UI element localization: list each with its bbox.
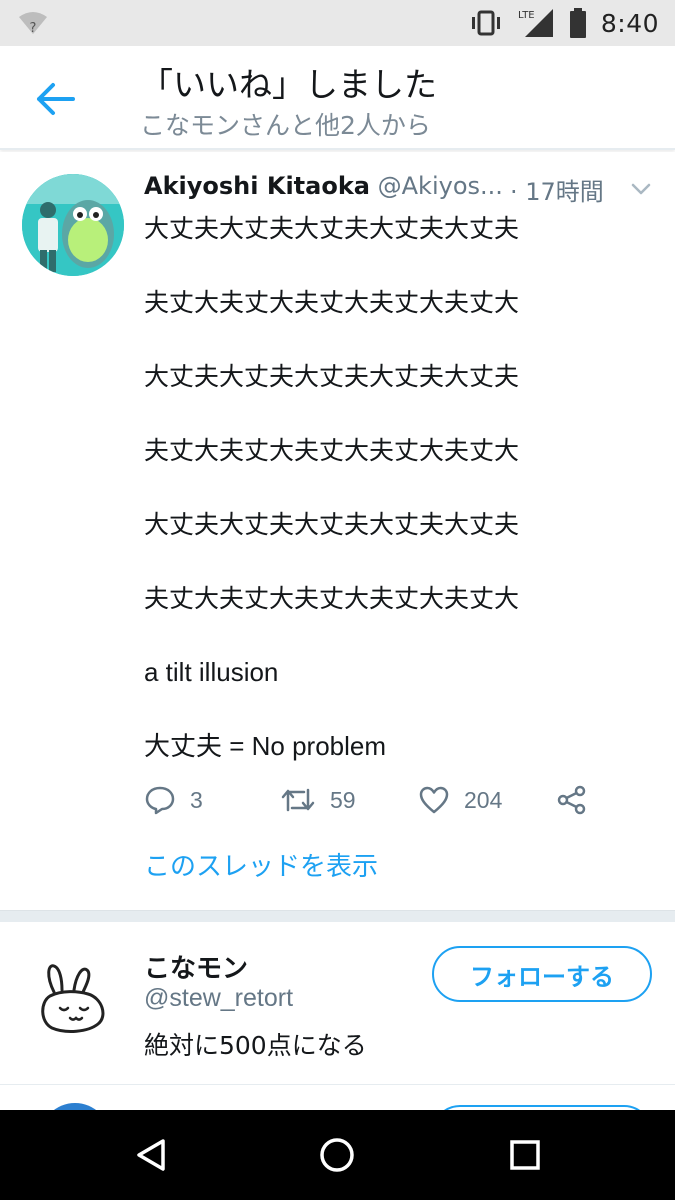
user-list-item[interactable]: こなモン @stew_retort 絶対に500点になる フォローする [0,922,675,1084]
signal-lte-icon: LTE [518,9,553,37]
status-bar: ? LTE 8:40 [0,0,675,46]
tweet-text-line: 夫丈大夫丈大夫丈大夫丈大夫丈大 [144,436,520,465]
tweet-text-line: 夫丈大夫丈大夫丈大夫丈大夫丈大 [144,584,520,613]
tweet-actions: 3 59 204 [144,780,604,820]
rabbit-avatar-image [41,964,105,1033]
show-thread-link[interactable]: このスレッドを表示 [144,846,378,883]
tweet-text-line: a tilt illusion [144,657,279,687]
user-bio: 絶対に500点になる [144,1031,367,1060]
tweet-text-line: 大丈夫大丈夫大丈夫大丈夫大丈夫 [144,214,520,243]
chevron-down-icon[interactable] [630,180,652,198]
follow-button[interactable]: フォローする [432,946,652,1002]
vibrate-icon [471,10,500,36]
next-list-item[interactable] [0,1085,675,1110]
like-button[interactable]: 204 [418,780,502,820]
reply-icon [145,786,175,815]
tweet-text-line: 大丈夫大丈夫大丈夫大丈夫大丈夫 [144,510,520,539]
lte-label: LTE [518,10,535,21]
heart-icon [419,786,449,814]
tweet-header: Akiyoshi Kitaoka @Akiyos... · 17時間 [144,172,654,208]
user-avatar[interactable] [22,946,124,1048]
status-time: 8:40 [600,8,659,38]
tweet-card[interactable]: Akiyoshi Kitaoka @Akiyos... · 17時間 大丈夫大丈… [0,152,675,910]
arrow-left-icon [37,83,75,115]
retweet-button[interactable]: 59 [280,780,356,820]
like-count: 204 [464,786,503,813]
page-title: 「いいね」しました [140,65,437,104]
author-avatar-image [22,174,124,276]
share-icon [557,785,586,815]
triangle-back-icon [137,1139,165,1171]
app-bar: 「いいね」しました こなモンさんと他2人から [0,46,675,150]
nav-recents-button[interactable] [500,1132,550,1178]
system-navigation-bar [0,1110,675,1200]
square-recents-icon [510,1140,540,1170]
nav-back-button[interactable] [126,1132,176,1178]
retweet-icon [281,788,315,812]
author-handle[interactable]: @Akiyos... [378,172,503,200]
reply-button[interactable]: 3 [144,780,203,820]
svg-text:?: ? [30,21,37,36]
tweet-text-line: 大丈夫大丈夫大丈夫大丈夫大丈夫 [144,362,520,391]
section-divider [0,910,675,922]
battery-icon [569,8,586,38]
tweet-text: 大丈夫大丈夫大丈夫大丈夫大丈夫 夫丈大夫丈大夫丈大夫丈大夫丈大 大丈夫大丈夫大丈… [144,210,644,802]
retweet-count: 59 [330,786,356,813]
wifi-icon: ? [19,12,47,36]
user-name[interactable]: こなモン [144,948,248,985]
page-subtitle: こなモンさんと他2人から [140,111,431,140]
circle-home-icon [320,1138,354,1172]
reply-count: 3 [190,786,203,813]
author-name[interactable]: Akiyoshi Kitaoka [144,172,370,200]
tweet-text-line: 大丈夫 = No problem [144,731,387,761]
back-button[interactable] [30,76,80,122]
tweet-timestamp: · 17時間 [510,178,604,206]
share-button[interactable] [556,780,588,820]
author-avatar[interactable] [22,174,124,276]
tweet-text-line: 夫丈大夫丈大夫丈大夫丈大夫丈大 [144,288,520,317]
nav-home-button[interactable] [312,1132,362,1178]
user-handle[interactable]: @stew_retort [144,984,293,1013]
next-user-avatar[interactable] [40,1103,110,1110]
